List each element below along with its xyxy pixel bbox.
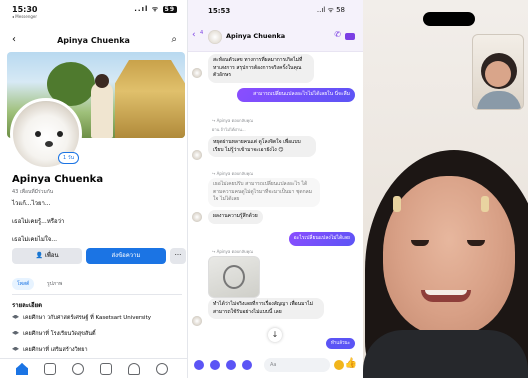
tab-photos[interactable]: รูปภาพ xyxy=(42,278,67,290)
contact-avatar[interactable] xyxy=(208,30,222,44)
caller-teeth xyxy=(425,290,467,295)
story-badge: 1 วัน xyxy=(58,152,79,164)
divider xyxy=(12,294,182,295)
video-call-screen xyxy=(363,0,528,378)
hair-clip-left xyxy=(393,196,401,212)
emoji-icon[interactable] xyxy=(334,360,344,370)
battery-icon: 59 xyxy=(162,6,177,13)
profile-actions: 👤 เพื่อน ส่งข้อความ ··· xyxy=(12,248,186,264)
seen-status: ทำแล้วนะ xyxy=(325,338,355,349)
profile-name: Apinya Chuenka xyxy=(12,174,104,185)
menu-avatar-icon[interactable] xyxy=(156,363,168,375)
education-item: เคยศึกษา วกับศาสตร์เศรษฐ์ ที่ Kasetsart … xyxy=(12,314,151,322)
status-indicators: ..ıl ᯤ 59 xyxy=(134,5,177,14)
reply-indicator: ↪ Apinya ตอบกลับคุณ xyxy=(212,171,253,176)
bottom-nav-bar xyxy=(0,358,187,378)
cover-person xyxy=(91,82,113,138)
gallery-icon[interactable] xyxy=(226,360,236,370)
message-button[interactable]: ส่งข้อความ xyxy=(86,248,166,264)
friends-button[interactable]: 👤 เพื่อน xyxy=(12,248,82,264)
graduation-cap-icon xyxy=(12,314,19,319)
details-heading: รายละเอียด xyxy=(12,302,43,309)
status-bar: 15:30 ◂ Messenger ..ıl ᯤ 59 xyxy=(0,0,187,22)
self-view-video[interactable] xyxy=(472,34,524,110)
quoted-message: เธอไม่เคยปรับ สามารถเปลี่ยนแปลงอะไร ได้ต… xyxy=(208,178,320,207)
message-composer: Aa 👍 xyxy=(188,352,363,378)
self-view-body xyxy=(477,91,521,109)
profile-nav-bar: ‹ Apinya Chuenka ⌕ xyxy=(0,34,187,50)
marketplace-icon[interactable] xyxy=(100,363,112,375)
back-arrow-icon[interactable]: ‹ xyxy=(192,30,196,40)
status-time: 15:53 xyxy=(208,7,231,15)
home-icon[interactable] xyxy=(16,363,28,375)
back-to-messenger[interactable]: ◂ Messenger xyxy=(12,14,37,19)
bell-icon[interactable] xyxy=(128,363,140,375)
messenger-chat-screen: 15:53 ..ıl ᯤ 58 ‹ 4 Apinya Chuenka ✆ สะท… xyxy=(188,0,363,378)
mutual-friends[interactable]: 43 เพื่อนที่มีร่วมกัน xyxy=(12,188,53,196)
search-icon[interactable]: ⌕ xyxy=(171,34,177,45)
signal-wifi-icon: ..ıl ᯤ xyxy=(134,5,160,13)
chat-header: ‹ 4 Apinya Chuenka ✆ xyxy=(188,24,363,52)
sender-avatar xyxy=(192,212,202,222)
education-text: เคยศึกษาที่ เสริมสร้างวิทยา xyxy=(23,347,88,353)
status-indicators: ..ıl ᯤ 58 xyxy=(316,6,345,14)
message-incoming[interactable]: สะท้อนตัวเลข ทางการที่ผลมาการเกิดไม่ที่ … xyxy=(208,54,314,83)
camera-icon[interactable] xyxy=(210,360,220,370)
message-incoming[interactable]: ทำได้ว่าไม่จริงเลยที่การเรื่องสัญญา เพื่… xyxy=(208,298,324,319)
dog-eye-right xyxy=(57,131,63,137)
video-icon[interactable] xyxy=(44,363,56,375)
message-incoming[interactable]: ผลงานความรู้สึกด้วย xyxy=(208,210,263,224)
tab-posts[interactable]: โพสต์ xyxy=(12,278,35,290)
sender-avatar xyxy=(192,150,202,160)
profile-text-line-1: เธอไม่เคยรู้...หรือว่า xyxy=(12,218,65,225)
facebook-profile-screen: 15:30 ◂ Messenger ..ıl ᯤ 59 ‹ Apinya Chu… xyxy=(0,0,188,378)
reply-indicator: ↪ Apinya ตอบกลับคุณ xyxy=(212,118,253,123)
cover-temple xyxy=(115,60,185,138)
profile-text-line-2: เธอไม่เคยไม่ใจ... xyxy=(12,236,58,243)
cover-person-head xyxy=(95,74,109,88)
message-incoming[interactable]: หยุดผ่านหลายคนแต่ ดูโลงจิตใจ เพื่อแบบเรี… xyxy=(208,136,316,157)
graduation-cap-icon xyxy=(12,330,19,335)
friends-icon[interactable] xyxy=(72,363,84,375)
plus-icon[interactable] xyxy=(194,360,204,370)
self-view-face xyxy=(485,61,511,87)
education-item: เคยศึกษาที่ โรงเรียนวัดสุขสันติ์ xyxy=(12,330,96,338)
education-item: เคยศึกษาที่ เสริมสร้างวิทยา xyxy=(12,346,88,354)
phone-icon[interactable]: ✆ xyxy=(334,30,341,39)
contact-name[interactable]: Apinya Chuenka xyxy=(226,32,285,40)
profile-tabs: โพสต์ รูปภาพ xyxy=(12,278,182,292)
caller-face xyxy=(383,176,515,336)
dog-nose xyxy=(45,141,53,147)
status-time: 15:30 xyxy=(12,5,38,14)
status-bar: 15:53 ..ıl ᯤ 58 xyxy=(188,0,363,24)
quoted-message: ผ่าน ถ้าไม่ได้ผ่าน... xyxy=(212,127,246,132)
profile-bio: ไวแก้...ไวยา... xyxy=(12,200,51,207)
hair-clip-right xyxy=(481,196,489,212)
nav-title: Apinya Chuenka xyxy=(57,36,130,45)
message-input[interactable]: Aa xyxy=(264,358,330,372)
sender-avatar xyxy=(192,316,202,326)
microphone-icon[interactable] xyxy=(242,360,252,370)
dog-eye-left xyxy=(35,131,41,137)
education-text: เคยศึกษาที่ โรงเรียนวัดสุขสันติ์ xyxy=(23,331,96,337)
sender-avatar xyxy=(192,68,202,78)
shared-photo[interactable] xyxy=(208,256,260,298)
camera-notch xyxy=(423,12,475,26)
message-outgoing[interactable]: อะไรเปลี่ยนแปลงไม่ได้เลย xyxy=(288,232,355,246)
message-outgoing[interactable]: สามารถเปลี่ยนแปลงอะไรไม่ได้เลยใน นี่จะลื… xyxy=(237,88,355,102)
education-text: เคยศึกษา วกับศาสตร์เศรษฐ์ ที่ Kasetsart … xyxy=(23,315,151,321)
caller-shirt xyxy=(363,330,528,378)
graduation-cap-icon xyxy=(12,346,19,351)
scroll-down-button[interactable]: ↓ xyxy=(268,328,282,342)
like-icon[interactable]: 👍 xyxy=(345,358,357,369)
more-button[interactable]: ··· xyxy=(170,248,186,264)
video-call-icon[interactable] xyxy=(345,33,355,40)
reply-indicator: ↪ Apinya ตอบกลับคุณ xyxy=(212,249,253,254)
unread-count: 4 xyxy=(200,30,204,36)
clock-image xyxy=(223,265,245,289)
